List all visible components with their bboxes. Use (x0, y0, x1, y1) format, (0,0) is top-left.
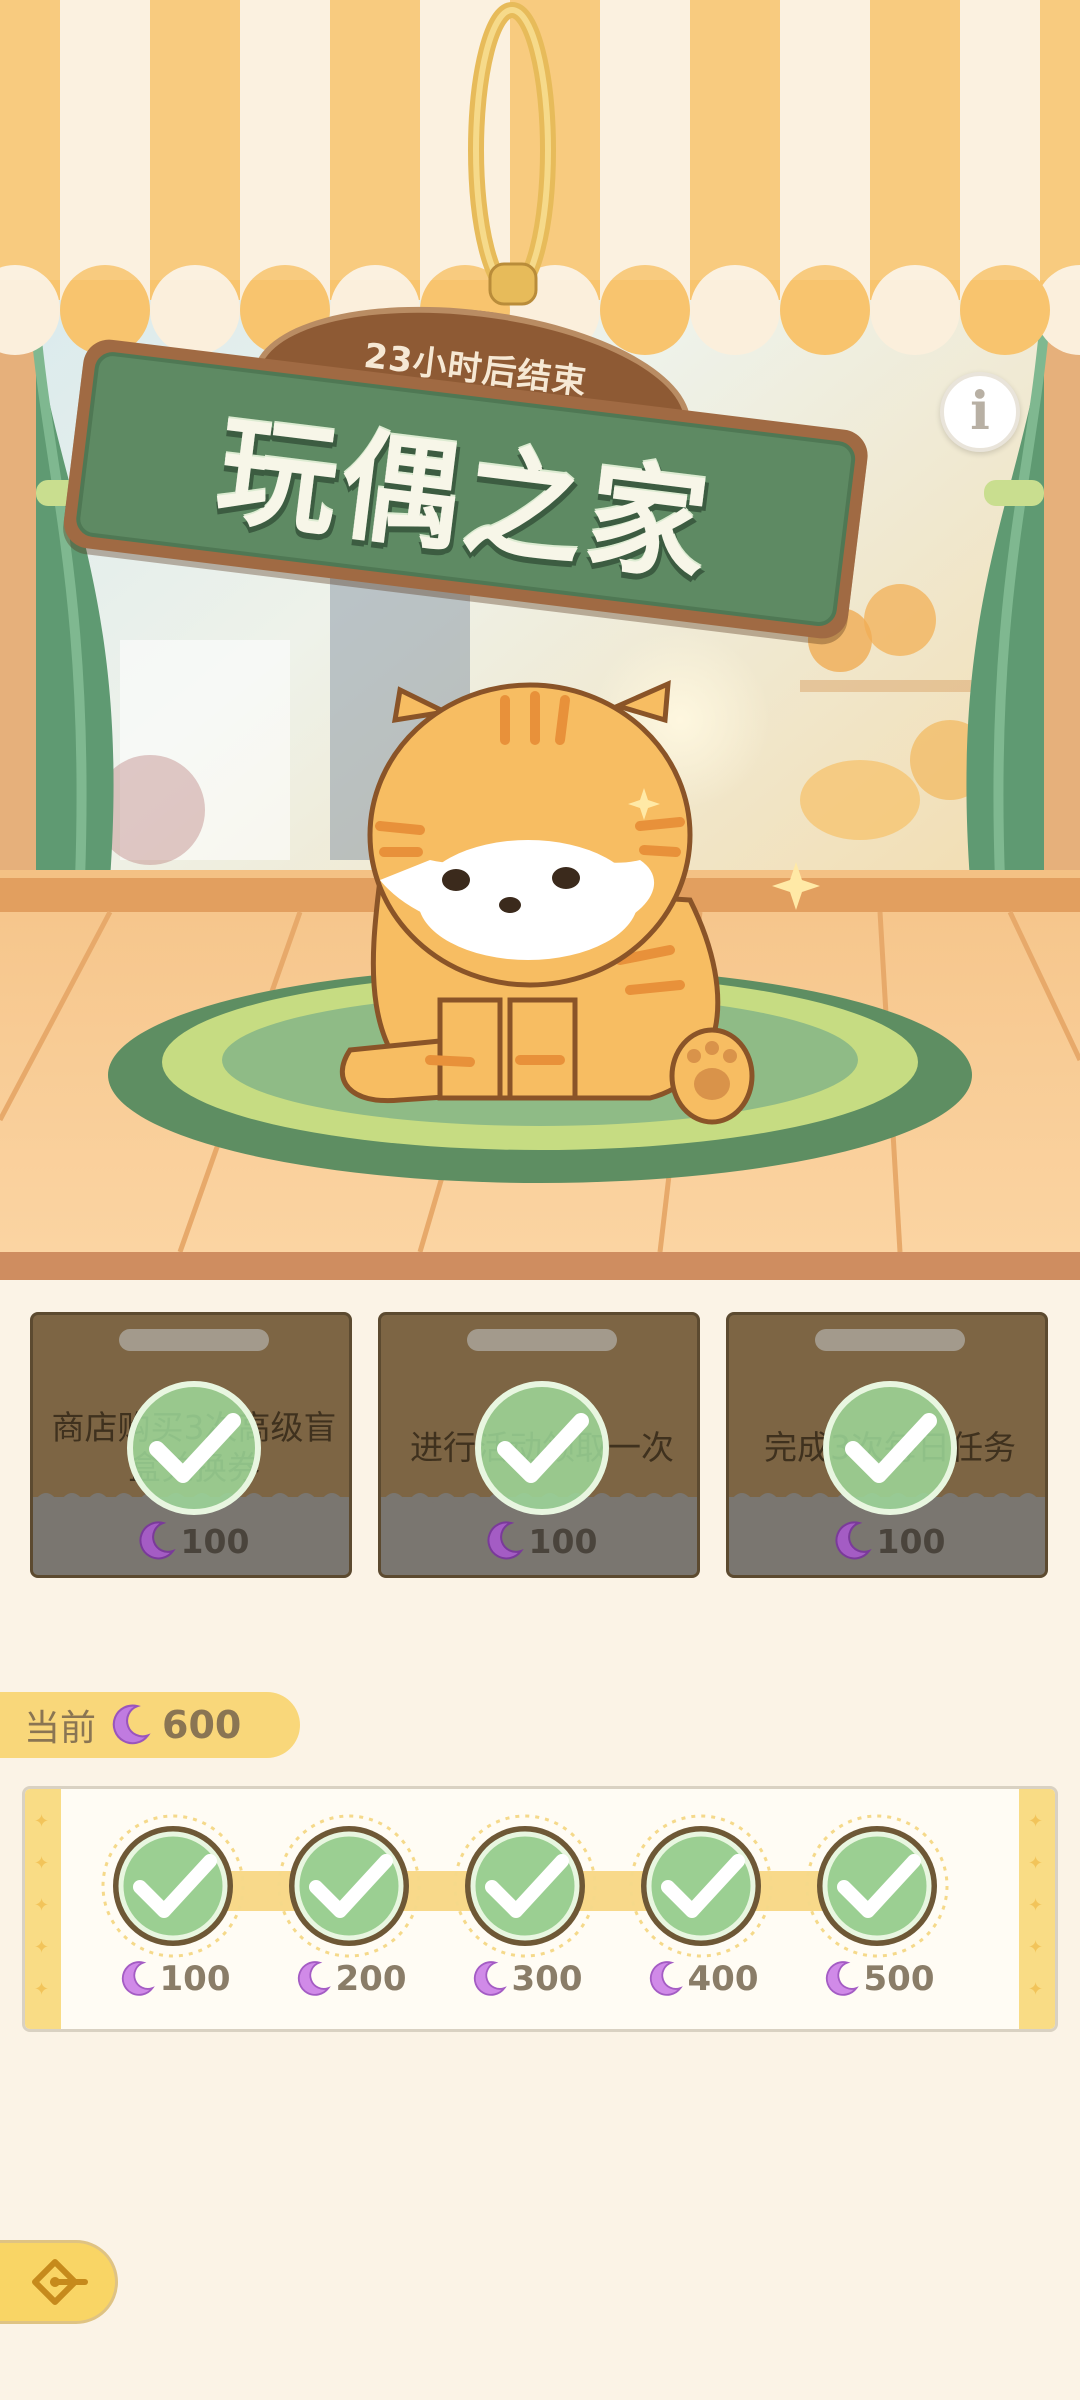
check-icon (629, 1814, 773, 1958)
moon-icon (297, 1961, 331, 1996)
current-value: 600 (162, 1703, 242, 1747)
milestone-label: 500 (802, 1959, 952, 1999)
task-reward-value: 100 (528, 1521, 598, 1561)
milestone-label: 400 (626, 1959, 776, 1999)
event-title-panel: 玩偶之家 (74, 350, 858, 629)
moon-icon (121, 1961, 155, 1996)
task-reward-value: 100 (180, 1521, 250, 1561)
task-reward: 100 (729, 1519, 1045, 1563)
task-card-3[interactable]: 完成3次每日任务 100 (726, 1312, 1048, 1578)
moon-icon (487, 1521, 524, 1560)
milestone-value: 300 (511, 1959, 583, 1999)
info-button[interactable]: i (940, 372, 1020, 452)
moon-icon (835, 1521, 872, 1560)
check-icon (277, 1814, 421, 1958)
info-icon: i (970, 381, 990, 442)
milestone-value: 500 (863, 1959, 935, 1999)
task-reward: 100 (33, 1519, 349, 1563)
milestone-progress: ✦ ✦ ✦ ✦ ✦ ✦ ✦ ✦ ✦ ✦ 100 200 300 400 500 (22, 1786, 1058, 2032)
current-label: 当前 (24, 1708, 97, 1749)
milestone-node-1[interactable]: 100 (98, 1811, 248, 2011)
milestone-value: 200 (335, 1959, 407, 1999)
check-icon (805, 1814, 949, 1958)
task-reward: 100 (381, 1519, 697, 1563)
progress-edge-right: ✦ ✦ ✦ ✦ ✦ (1019, 1789, 1055, 2029)
check-icon (101, 1814, 245, 1958)
milestone-label: 200 (274, 1959, 424, 1999)
check-icon (453, 1814, 597, 1958)
task-card-1[interactable]: 商店购买3次高级盲盒兑换券 100 (30, 1312, 352, 1578)
moon-icon (112, 1704, 151, 1745)
moon-icon (649, 1961, 683, 1996)
event-title: 玩偶之家 (209, 401, 719, 600)
progress-edge-left: ✦ ✦ ✦ ✦ ✦ (25, 1789, 61, 2029)
moon-icon (473, 1961, 507, 1996)
check-icon (823, 1381, 957, 1515)
back-arrow-icon (32, 2259, 88, 2305)
milestone-label: 300 (450, 1959, 600, 1999)
task-reward-value: 100 (876, 1521, 946, 1561)
milestone-value: 400 (687, 1959, 759, 1999)
milestone-node-3[interactable]: 300 (450, 1811, 600, 2011)
milestone-node-4[interactable]: 400 (626, 1811, 776, 2011)
back-button[interactable] (0, 2240, 118, 2324)
check-icon (475, 1381, 609, 1515)
card-slot (467, 1329, 617, 1351)
milestone-value: 100 (159, 1959, 231, 1999)
task-card-2[interactable]: 进行活动领取一次 100 (378, 1312, 700, 1578)
moon-icon (825, 1961, 859, 1996)
card-slot (815, 1329, 965, 1351)
task-cards: 商店购买3次高级盲盒兑换券 100 进行活动领取一次 100 完成3次每日任务 (30, 1312, 1050, 1578)
card-slot (119, 1329, 269, 1351)
milestone-node-2[interactable]: 200 (274, 1811, 424, 2011)
event-title-board: 玩偶之家 (60, 336, 871, 642)
milestone-node-5[interactable]: 500 (802, 1811, 952, 2011)
doll-house-scene: 23小时后结束 玩偶之家 i (0, 0, 1080, 1280)
moon-icon (139, 1521, 176, 1560)
current-points-bar: 当前 600 (0, 1692, 300, 1758)
milestone-label: 100 (98, 1959, 248, 1999)
check-icon (127, 1381, 261, 1515)
